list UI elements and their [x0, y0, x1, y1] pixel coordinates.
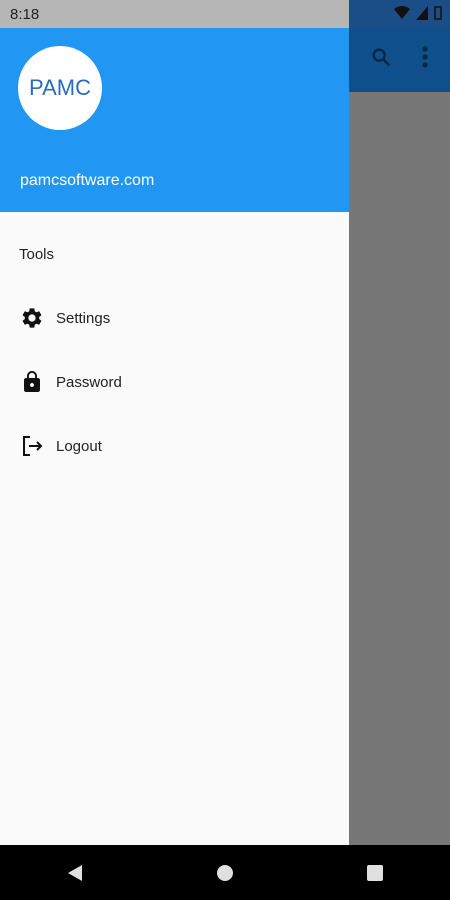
- menu-item-label: Password: [56, 373, 122, 391]
- signal-icon: [416, 6, 428, 23]
- drawer-header: PAMC pamcsoftware.com: [0, 28, 349, 212]
- recents-button[interactable]: [345, 853, 405, 893]
- wifi-icon: [394, 6, 410, 23]
- header-site: pamcsoftware.com: [20, 172, 155, 189]
- section-title: Tools: [19, 246, 55, 263]
- status-bar-left: 8:18: [0, 0, 349, 28]
- menu-item-password[interactable]: Password: [0, 354, 349, 410]
- gear-icon: [20, 306, 44, 330]
- status-icons: [394, 6, 442, 23]
- system-nav-bar: [0, 845, 450, 900]
- status-time: 8:18: [10, 6, 40, 23]
- battery-icon: [434, 6, 442, 23]
- menu-item-settings[interactable]: Settings: [0, 290, 349, 346]
- lock-icon: [20, 370, 44, 394]
- navigation-drawer: PAMC pamcsoftware.com Tools Settings Pas…: [0, 28, 349, 845]
- avatar-text: PAMC: [29, 75, 91, 100]
- menu-item-logout[interactable]: Logout: [0, 418, 349, 474]
- search-icon[interactable]: [370, 46, 392, 73]
- avatar: PAMC: [18, 46, 102, 130]
- more-vert-icon[interactable]: [422, 46, 428, 73]
- home-button[interactable]: [195, 853, 255, 893]
- menu-item-label: Settings: [56, 309, 111, 327]
- back-icon: [68, 864, 82, 881]
- recents-icon: [367, 864, 383, 881]
- status-bar: 8:18: [0, 0, 450, 28]
- back-button[interactable]: [45, 853, 105, 893]
- logout-icon: [20, 434, 44, 458]
- menu-item-label: Logout: [56, 437, 102, 455]
- home-icon: [217, 864, 233, 881]
